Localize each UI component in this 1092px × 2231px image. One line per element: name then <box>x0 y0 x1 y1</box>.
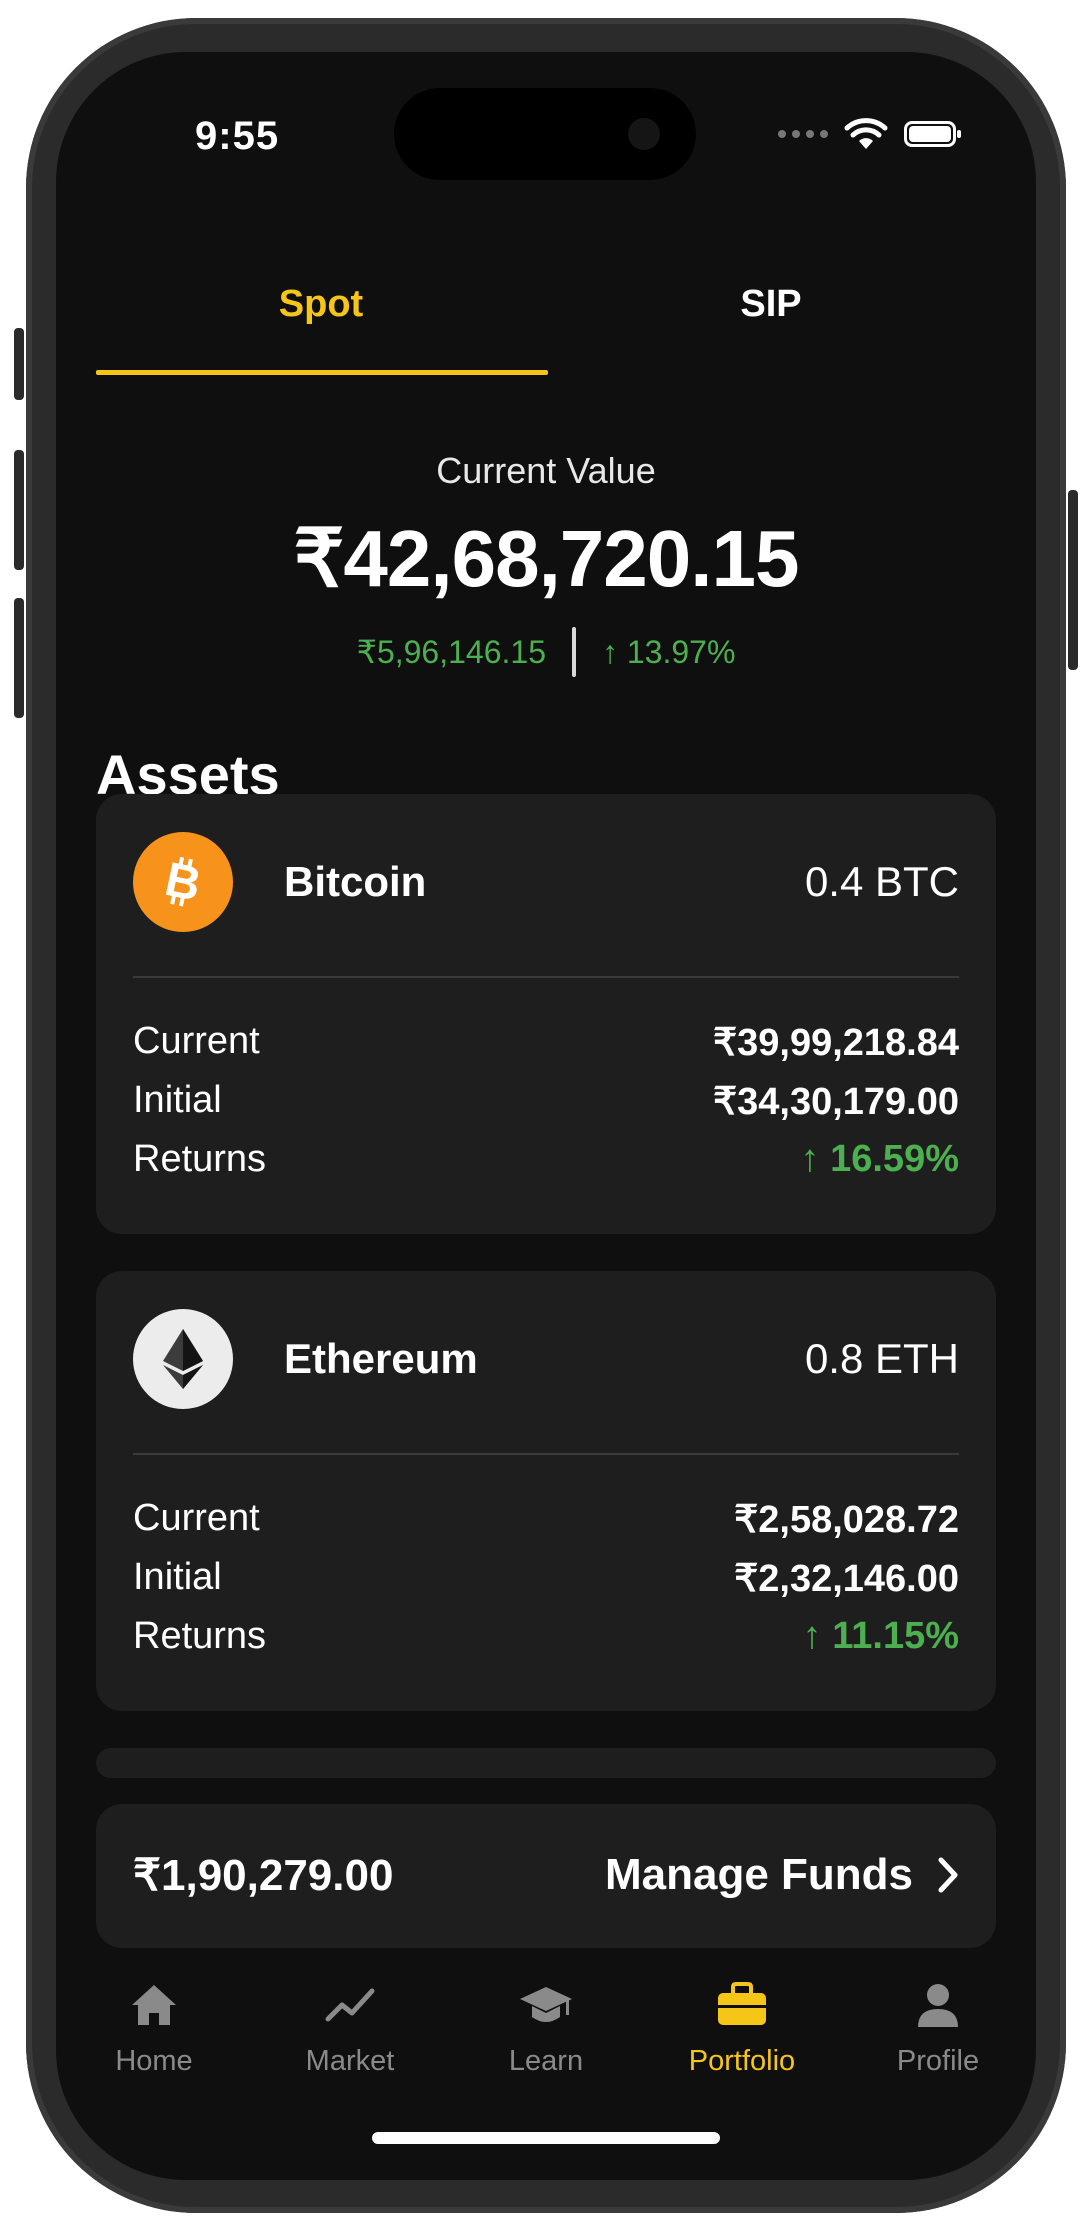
current-value-label: Current Value <box>436 450 656 491</box>
nav-portfolio[interactable]: Portfolio <box>644 1967 840 2107</box>
volume-up-button <box>14 450 24 570</box>
asset-name: Bitcoin <box>284 858 427 905</box>
ethereum-icon <box>133 1309 233 1409</box>
card-divider <box>133 1453 959 1455</box>
camera-icon <box>628 118 660 150</box>
cellular-signal-icon <box>778 130 828 138</box>
row-value: ↑ 16.59% <box>800 1138 959 1180</box>
returns-row: Returns ↑ 11.15% <box>133 1615 959 1658</box>
row-label: Current <box>133 1020 260 1062</box>
volume-down-button <box>14 598 24 718</box>
chevron-right-icon <box>938 1857 958 1893</box>
funds-bar: ₹1,90,279.00 Manage Funds <box>96 1804 996 1948</box>
nav-label: Portfolio <box>688 2045 796 2077</box>
gain-percent: ↑ 13.97% <box>601 633 736 670</box>
active-tab-indicator <box>96 370 548 375</box>
manage-funds-button[interactable]: Manage Funds <box>605 1850 959 1900</box>
row-label: Returns <box>133 1138 267 1180</box>
row-label: Initial <box>133 1079 222 1121</box>
nav-label: Learn <box>508 2045 584 2077</box>
nav-profile[interactable]: Profile <box>840 1967 1036 2107</box>
returns-row: Returns ↑ 16.59% <box>133 1138 959 1181</box>
row-value: ₹2,32,146.00 <box>734 1558 959 1600</box>
action-button <box>14 328 24 400</box>
current-row: Current ₹39,99,218.84 <box>133 1020 959 1065</box>
nav-label: Profile <box>896 2045 980 2077</box>
row-label: Current <box>133 1497 260 1539</box>
briefcase-icon <box>718 1982 766 2025</box>
asset-card-ethereum[interactable]: Ethereum 0.8 ETH Current ₹2,58,028.72 In… <box>96 1271 996 1711</box>
trend-line-icon <box>325 1988 375 2022</box>
portfolio-gain: ₹5,96,146.15 ↑ 13.97% <box>56 627 1036 677</box>
row-label: Initial <box>133 1556 222 1598</box>
nav-label: Market <box>305 2045 395 2077</box>
person-icon <box>918 1984 958 2027</box>
nav-home[interactable]: Home <box>56 1967 252 2107</box>
asset-name: Ethereum <box>284 1335 478 1382</box>
gain-amount: ₹5,96,146.15 <box>356 634 546 670</box>
tab-sip[interactable]: SIP <box>546 232 996 376</box>
home-icon <box>132 1985 176 2025</box>
current-row: Current ₹2,58,028.72 <box>133 1497 959 1542</box>
row-value: ₹39,99,218.84 <box>712 1022 959 1064</box>
card-divider <box>133 976 959 978</box>
wifi-icon <box>844 118 888 149</box>
current-value-amount: ₹42,68,720.15 <box>293 514 799 603</box>
nav-market[interactable]: Market <box>252 1967 448 2107</box>
asset-card-partial[interactable] <box>96 1748 996 1778</box>
bottom-navigation: Home Market Learn Portfolio Profile <box>56 1967 1036 2107</box>
nav-label: Home <box>115 2045 193 2077</box>
status-icons <box>778 117 961 151</box>
initial-row: Initial ₹34,30,179.00 <box>133 1079 959 1124</box>
home-indicator[interactable] <box>372 2132 720 2144</box>
initial-row: Initial ₹2,32,146.00 <box>133 1556 959 1601</box>
battery-icon <box>904 121 961 147</box>
row-label: Returns <box>133 1615 267 1657</box>
gain-divider <box>571 627 576 677</box>
app-screen: 9:55 Spot SIP Current Value ₹42,68,720.1… <box>56 52 1036 2180</box>
manage-funds-label: Manage Funds <box>604 1850 913 1899</box>
graduation-cap-icon <box>520 1987 572 2022</box>
tab-bar: Spot SIP <box>96 232 996 376</box>
tab-spot[interactable]: Spot <box>96 232 546 376</box>
power-button <box>1068 490 1078 670</box>
status-time: 9:55 <box>195 114 280 158</box>
dynamic-island <box>394 88 696 180</box>
asset-quantity: 0.8 ETH <box>804 1335 959 1382</box>
asset-quantity: 0.4 BTC <box>804 858 959 905</box>
nav-learn[interactable]: Learn <box>448 1967 644 2107</box>
row-value: ↑ 11.15% <box>802 1615 959 1657</box>
available-funds: ₹1,90,279.00 <box>133 1851 394 1900</box>
asset-card-bitcoin[interactable]: B Bitcoin 0.4 BTC Current ₹39,99,218.84 … <box>96 794 996 1234</box>
row-value: ₹2,58,028.72 <box>734 1499 959 1541</box>
bitcoin-icon: B <box>133 832 233 932</box>
row-value: ₹34,30,179.00 <box>712 1081 959 1123</box>
